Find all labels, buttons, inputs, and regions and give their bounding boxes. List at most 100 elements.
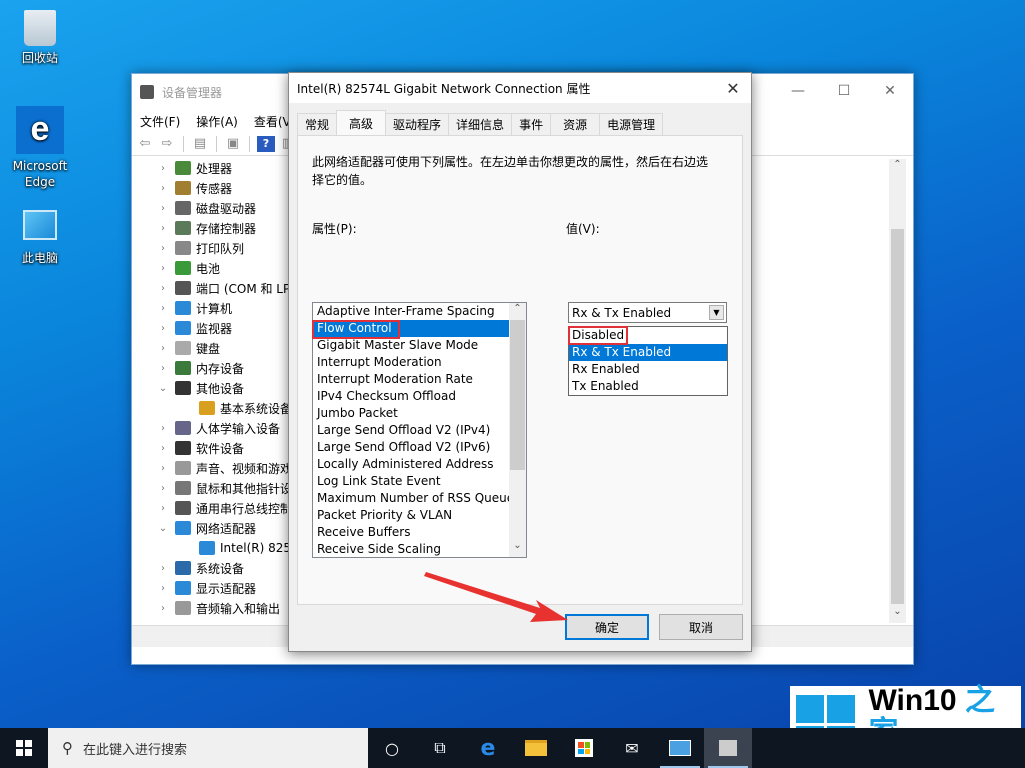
scroll-up-icon[interactable]: ⌃ <box>889 159 906 176</box>
toolbar-separator <box>216 135 217 152</box>
device-tree-scrollbar[interactable]: ⌃ ⌄ <box>889 159 906 623</box>
back-icon[interactable]: ⇦ <box>136 136 154 152</box>
property-list-item[interactable]: Large Send Offload V2 (IPv4) <box>313 422 510 439</box>
tab-resources[interactable]: 资源 <box>550 113 601 135</box>
chevron-right-icon[interactable]: › <box>156 203 170 214</box>
desktop-icon-recycle-bin[interactable]: 回收站 <box>2 10 78 66</box>
minimize-button[interactable]: — <box>775 74 821 108</box>
property-list-item[interactable]: Adaptive Inter-Frame Spacing <box>313 303 510 320</box>
tab-advanced[interactable]: 高级 <box>336 110 387 135</box>
store-icon[interactable] <box>560 728 608 768</box>
value-option[interactable]: Rx & Tx Enabled <box>569 344 727 361</box>
device-category-icon <box>175 181 191 195</box>
edge-icon[interactable]: e <box>464 728 512 768</box>
file-explorer-icon[interactable] <box>512 728 560 768</box>
chevron-right-icon[interactable]: › <box>156 603 170 614</box>
desktop-icon-edge[interactable]: e Microsoft Edge <box>2 106 78 190</box>
property-list-scrollbar[interactable]: ⌃ ⌄ <box>509 303 526 557</box>
property-list-item[interactable]: Receive Buffers <box>313 524 510 541</box>
value-dropdown[interactable]: Rx & Tx Enabled ▼ <box>568 302 727 323</box>
device-category-icon <box>175 321 191 335</box>
device-category-icon <box>175 161 191 175</box>
control-panel-icon[interactable] <box>656 728 704 768</box>
chevron-right-icon[interactable]: › <box>156 283 170 294</box>
tree-item-label: 计算机 <box>196 301 233 316</box>
menu-action[interactable]: 操作(A) <box>196 113 238 130</box>
device-category-icon <box>175 421 191 435</box>
desktop-icon-this-pc[interactable]: 此电脑 <box>2 208 78 266</box>
maximize-button[interactable]: ☐ <box>821 74 867 108</box>
scroll-up-icon[interactable]: ⌃ <box>509 303 526 320</box>
property-list-item[interactable]: Interrupt Moderation <box>313 354 510 371</box>
chevron-right-icon[interactable]: › <box>156 183 170 194</box>
chevron-right-icon[interactable]: › <box>156 223 170 234</box>
chevron-right-icon[interactable]: › <box>156 463 170 474</box>
property-list-item[interactable]: Log Link State Event <box>313 473 510 490</box>
taskbar-search-box[interactable]: ⚲ 在此键入进行搜索 <box>48 728 368 768</box>
property-list-item[interactable]: Maximum Number of RSS Queues <box>313 490 520 507</box>
property-list-item[interactable]: Large Send Offload V2 (IPv6) <box>313 439 510 456</box>
desktop-icon-label: 回收站 <box>21 51 58 65</box>
advanced-tab-panel: 此网络适配器可使用下列属性。在左边单击你想更改的属性，然后在右边选择它的值。 属… <box>297 135 743 605</box>
highlight-box-disabled <box>568 326 628 345</box>
device-category-icon <box>175 501 191 515</box>
device-manager-icon[interactable] <box>704 728 752 768</box>
cancel-button[interactable]: 取消 <box>659 614 743 640</box>
tab-events[interactable]: 事件 <box>511 113 552 135</box>
dialog-titlebar: Intel(R) 82574L Gigabit Network Connecti… <box>289 73 751 103</box>
menu-file[interactable]: 文件(F) <box>140 113 180 130</box>
scroll-down-icon[interactable]: ⌄ <box>889 606 906 623</box>
chevron-right-icon[interactable]: › <box>156 483 170 494</box>
ok-button[interactable]: 确定 <box>565 614 649 640</box>
cortana-icon[interactable]: ○ <box>368 728 416 768</box>
chevron-down-icon[interactable]: ▼ <box>709 305 724 320</box>
property-list-item[interactable]: Receive Side Scaling <box>313 541 510 557</box>
help-icon[interactable]: ? <box>257 135 275 152</box>
device-manager-title: 设备管理器 <box>162 85 223 100</box>
chevron-right-icon[interactable]: › <box>156 343 170 354</box>
device-category-icon <box>175 461 191 475</box>
forward-icon[interactable]: ⇨ <box>158 136 176 152</box>
recycle-bin-icon <box>24 10 56 46</box>
device-manager-app-icon <box>140 85 154 99</box>
tab-general[interactable]: 常规 <box>297 113 338 135</box>
scroll-thumb[interactable] <box>510 320 525 470</box>
device-category-icon <box>175 261 191 275</box>
chevron-right-icon[interactable]: › <box>156 443 170 454</box>
task-view-icon[interactable]: ⧉ <box>416 728 464 768</box>
chevron-right-icon[interactable]: › <box>156 323 170 334</box>
chevron-down-icon[interactable]: ⌄ <box>156 523 170 534</box>
chevron-right-icon[interactable]: › <box>156 243 170 254</box>
tab-details[interactable]: 详细信息 <box>448 113 513 135</box>
property-list-item[interactable]: IPv4 Checksum Offload <box>313 388 510 405</box>
dialog-close-button[interactable]: ✕ <box>715 73 751 103</box>
tree-item-label: 端口 (COM 和 LPT) <box>196 281 303 296</box>
property-list[interactable]: Adaptive Inter-Frame Spacing Flow Control… <box>312 302 527 558</box>
chevron-right-icon[interactable]: › <box>156 503 170 514</box>
property-list-item[interactable]: Interrupt Moderation Rate <box>313 371 510 388</box>
start-button[interactable] <box>0 728 48 768</box>
scroll-thumb[interactable] <box>891 229 904 604</box>
chevron-right-icon[interactable]: › <box>156 423 170 434</box>
chevron-right-icon[interactable]: › <box>156 363 170 374</box>
tree-item-label: 处理器 <box>196 161 233 176</box>
property-list-item[interactable]: Gigabit Master Slave Mode <box>313 337 510 354</box>
property-list-item[interactable]: Locally Administered Address <box>313 456 510 473</box>
mail-icon[interactable]: ✉ <box>608 728 656 768</box>
properties-pane-icon[interactable]: ▤ <box>191 136 209 152</box>
chevron-right-icon[interactable]: › <box>156 563 170 574</box>
tab-driver[interactable]: 驱动程序 <box>385 113 450 135</box>
scroll-down-icon[interactable]: ⌄ <box>509 540 526 557</box>
device-icon[interactable]: ▣ <box>224 136 242 152</box>
value-option[interactable]: Tx Enabled <box>569 378 727 395</box>
value-option[interactable]: Rx Enabled <box>569 361 727 378</box>
chevron-right-icon[interactable]: › <box>156 263 170 274</box>
tab-power-management[interactable]: 电源管理 <box>599 113 664 135</box>
chevron-right-icon[interactable]: › <box>156 163 170 174</box>
close-button[interactable]: ✕ <box>867 74 913 108</box>
property-list-item[interactable]: Packet Priority & VLAN <box>313 507 510 524</box>
chevron-right-icon[interactable]: › <box>156 303 170 314</box>
chevron-down-icon[interactable]: ⌄ <box>156 383 170 394</box>
property-list-item[interactable]: Jumbo Packet <box>313 405 510 422</box>
chevron-right-icon[interactable]: › <box>156 583 170 594</box>
